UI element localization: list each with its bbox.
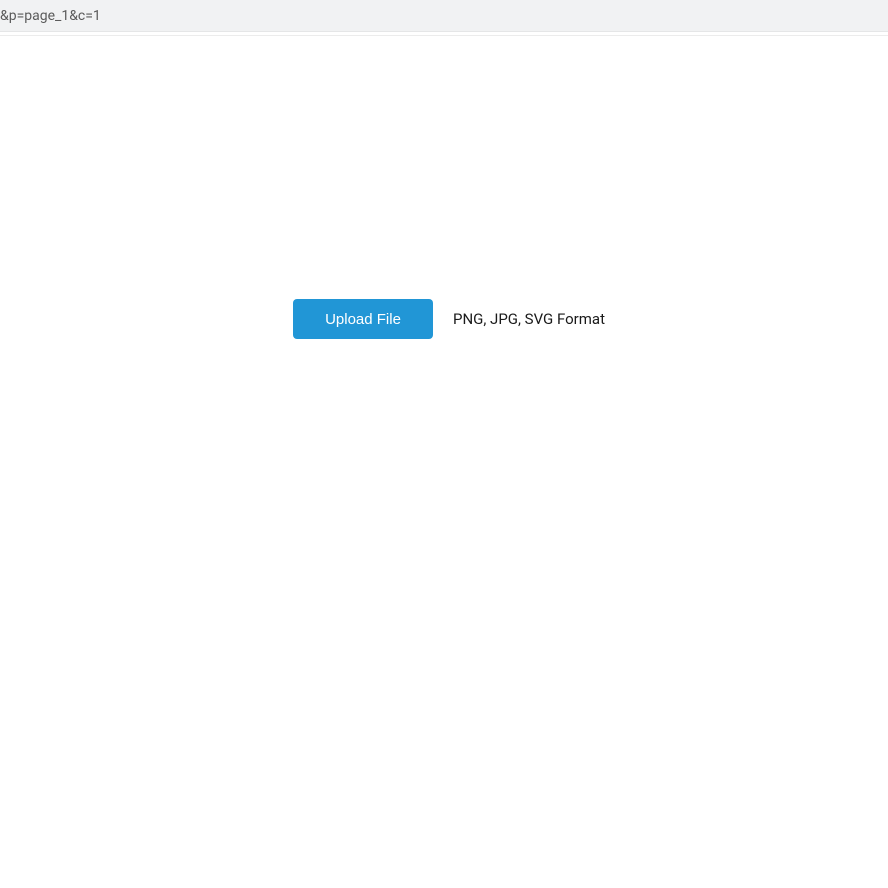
browser-url-bar[interactable]: &p=page_1&c=1 (0, 0, 888, 32)
url-fragment: &p=page_1&c=1 (0, 8, 101, 24)
upload-file-button[interactable]: Upload File (293, 299, 433, 339)
main-content: Upload File PNG, JPG, SVG Format (0, 36, 888, 888)
upload-format-hint: PNG, JPG, SVG Format (453, 310, 605, 328)
upload-button-label: Upload File (325, 311, 401, 328)
upload-row: Upload File PNG, JPG, SVG Format (293, 299, 605, 339)
